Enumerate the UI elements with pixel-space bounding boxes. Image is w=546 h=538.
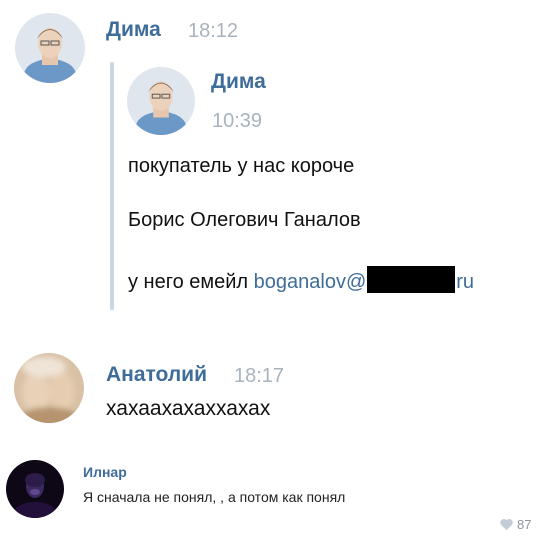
message-text: хахаахахаххахах: [106, 397, 271, 420]
forwarded-text-line: покупатель у нас короче: [128, 155, 355, 177]
avatar-photo: [6, 460, 64, 518]
like-count: 87: [517, 517, 532, 532]
forwarded-time: 10:39: [212, 110, 263, 132]
email-link[interactable]: boganalov@ ru: [253, 266, 475, 293]
forwarded-sender-name[interactable]: Дима: [211, 70, 266, 94]
email-prefix-text: у него емейл: [128, 271, 254, 293]
avatar-photo: [14, 353, 84, 423]
email-start: boganalov@: [253, 271, 367, 293]
avatar-photo: [15, 13, 85, 83]
email-end: ru: [456, 271, 475, 293]
redaction-bar: [367, 266, 456, 293]
forwarded-text-line: Борис Олегович Ганалов: [128, 209, 361, 231]
heart-icon[interactable]: [499, 517, 514, 531]
message-time: 18:17: [234, 365, 285, 387]
message-time: 18:12: [188, 20, 239, 42]
avatar[interactable]: [127, 67, 195, 135]
avatar-photo: [127, 67, 195, 135]
avatar[interactable]: [15, 13, 85, 83]
avatar[interactable]: [6, 460, 64, 518]
forwarded-quote-bar: [110, 62, 114, 310]
sender-name[interactable]: Анатолий: [106, 363, 207, 387]
forwarded-text-line: у него емейл boganalov@ ru: [128, 266, 474, 294]
comment-text: Я сначала не понял, , а потом как понял: [83, 489, 346, 505]
comment-author[interactable]: Илнар: [83, 464, 127, 480]
sender-name[interactable]: Дима: [106, 18, 161, 42]
avatar[interactable]: [14, 353, 84, 423]
